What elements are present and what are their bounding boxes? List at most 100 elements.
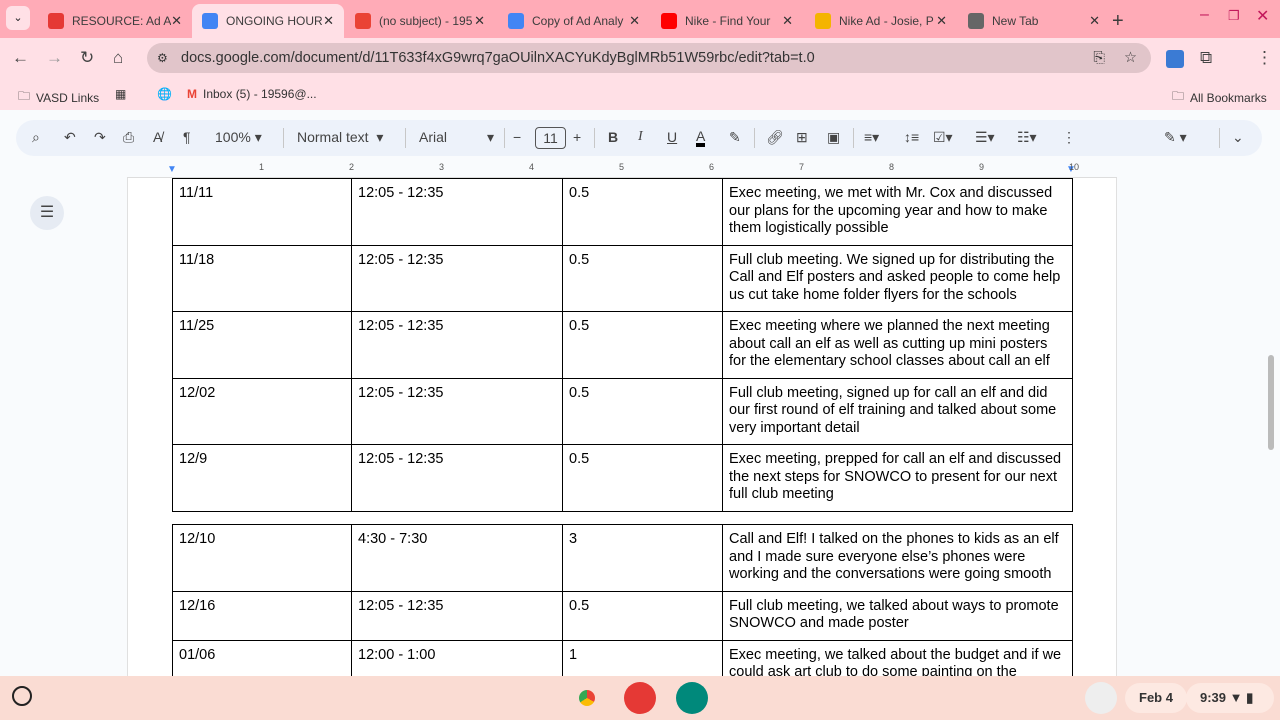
time-cell[interactable]: 12:05 - 12:35 [351, 311, 563, 379]
scrollbar[interactable] [1268, 355, 1274, 450]
time-cell[interactable]: 12:05 - 12:35 [351, 178, 563, 246]
tab[interactable]: Nike - Find Your ✕ [651, 4, 803, 38]
align-select[interactable]: ≡▾ [864, 129, 879, 146]
increase-font-size-button[interactable]: + [573, 129, 581, 145]
address-bar[interactable]: ⚙ docs.google.com/document/d/11T633f4xG9… [147, 43, 1151, 73]
classroom-app-icon[interactable] [676, 682, 708, 714]
menu-icon[interactable]: ⋮ [1256, 48, 1273, 68]
text-color-button[interactable]: A [696, 129, 706, 147]
style-select[interactable]: Normal text ▾ [297, 129, 383, 146]
highlight-icon[interactable]: ✎ [729, 129, 741, 146]
description-cell[interactable]: Call and Elf! I talked on the phones to … [722, 524, 1073, 592]
chrome-app-icon[interactable] [571, 682, 603, 714]
checklist-select[interactable]: ☑▾ [933, 129, 953, 146]
underline-button[interactable]: U [667, 129, 677, 145]
extension-lock-icon[interactable] [1166, 50, 1184, 68]
insert-image-icon[interactable]: ▣ [827, 129, 840, 146]
description-cell[interactable]: Exec meeting, we met with Mr. Cox and di… [722, 178, 1073, 246]
close-tab-icon[interactable]: ✕ [629, 13, 640, 29]
date-cell[interactable]: 11/25 [172, 311, 352, 379]
apps-icon[interactable]: ▦ [115, 87, 126, 101]
bookmark-star-icon[interactable]: ☆ [1124, 43, 1137, 73]
bookmark-vasd-links[interactable]: 🗀 VASD Links [18, 87, 99, 108]
time-cell[interactable]: 12:05 - 12:35 [351, 377, 563, 445]
editing-mode-select[interactable]: ✎ ▾ [1164, 129, 1187, 146]
close-tab-icon[interactable]: ✕ [171, 13, 182, 29]
launcher-button[interactable] [12, 686, 32, 706]
extensions-icon[interactable]: ⧉ [1200, 48, 1212, 68]
hours-cell[interactable]: 0.5 [562, 311, 723, 379]
date-cell[interactable]: 11/18 [172, 244, 352, 312]
tab[interactable]: New Tab ✕ [958, 4, 1110, 38]
time-cell[interactable]: 12:05 - 12:35 [351, 244, 563, 312]
hide-menus-icon[interactable]: ⌄ [1232, 129, 1244, 146]
close-tab-icon[interactable]: ✕ [323, 13, 334, 29]
tab[interactable]: RESOURCE: Ad A ✕ [38, 4, 192, 38]
screenshot-thumbnail[interactable] [1085, 682, 1117, 714]
tab[interactable]: Nike Ad - Josie, P ✕ [805, 4, 957, 38]
hours-cell[interactable]: 0.5 [562, 244, 723, 312]
decrease-font-size-button[interactable]: − [513, 129, 521, 145]
status-tray[interactable]: 9:39 ▼ ▮ [1186, 683, 1274, 713]
redo-icon[interactable]: ↷ [94, 129, 106, 146]
numbered-list-select[interactable]: ☷▾ [1017, 129, 1037, 146]
close-tab-icon[interactable]: ✕ [1089, 13, 1100, 29]
link-icon[interactable]: 🔗︎ [766, 129, 784, 146]
line-spacing-icon[interactable]: ↕≡ [904, 129, 919, 145]
close-window-button[interactable]: ✕ [1256, 6, 1269, 26]
tab[interactable]: (no subject) - 195 ✕ [345, 4, 495, 38]
description-cell[interactable]: Full club meeting, we talked about ways … [722, 590, 1073, 641]
time-cell[interactable]: 12:05 - 12:35 [351, 444, 563, 512]
tab[interactable]: ONGOING HOURS ✕ [192, 4, 344, 38]
close-tab-icon[interactable]: ✕ [474, 13, 485, 29]
tab-search-button[interactable]: ⌄ [6, 6, 30, 30]
undo-icon[interactable]: ↶ [64, 129, 76, 146]
more-icon[interactable]: ⋮ [1062, 129, 1076, 146]
new-tab-button[interactable]: + [1112, 4, 1142, 38]
install-app-icon[interactable]: ⎘ [1093, 43, 1105, 73]
zoom-select[interactable]: 100% ▾ [215, 129, 262, 146]
reload-button[interactable]: ↻ [80, 48, 94, 68]
hours-cell[interactable]: 0.5 [562, 590, 723, 641]
font-size-input[interactable]: 11 [535, 127, 566, 149]
canvas-app-icon[interactable] [624, 682, 656, 714]
globe-icon[interactable]: 🌐 [157, 87, 172, 101]
italic-button[interactable]: I [638, 129, 643, 145]
date-pill[interactable]: Feb 4 [1125, 683, 1187, 713]
print-icon[interactable]: ⎙ [123, 129, 134, 146]
home-button[interactable]: ⌂ [113, 48, 123, 68]
date-cell[interactable]: 12/10 [172, 524, 352, 592]
date-cell[interactable]: 12/16 [172, 590, 352, 641]
close-tab-icon[interactable]: ✕ [936, 13, 947, 29]
font-select[interactable]: Arial ▾ [419, 129, 494, 146]
hours-cell[interactable]: 0.5 [562, 178, 723, 246]
site-info-icon[interactable]: ⚙ [157, 43, 168, 73]
hours-cell[interactable]: 0.5 [562, 444, 723, 512]
outline-button[interactable]: ☰ [30, 196, 64, 230]
left-indent-marker[interactable]: ▼ [167, 164, 177, 175]
all-bookmarks[interactable]: 🗀 All Bookmarks [1172, 87, 1267, 108]
paint-format-icon[interactable]: ¶ [183, 129, 191, 145]
bookmark-inbox[interactable]: M Inbox (5) - 19596@... [187, 87, 317, 101]
description-cell[interactable]: Full club meeting, signed up for call an… [722, 377, 1073, 445]
hours-cell[interactable]: 0.5 [562, 377, 723, 445]
minimize-button[interactable]: – [1200, 6, 1209, 24]
restore-button[interactable]: ❐ [1228, 8, 1240, 24]
ruler[interactable]: ▼ ▼ 1 2 3 4 5 6 7 8 9 10 [127, 160, 1117, 178]
forward-button[interactable]: → [46, 48, 63, 68]
date-cell[interactable]: 12/02 [172, 377, 352, 445]
date-cell[interactable]: 12/9 [172, 444, 352, 512]
spellcheck-icon[interactable]: A̸ [153, 129, 162, 145]
back-button[interactable]: ← [12, 48, 29, 68]
description-cell[interactable]: Exec meeting, prepped for call an elf an… [722, 444, 1073, 512]
close-tab-icon[interactable]: ✕ [782, 13, 793, 29]
bulleted-list-select[interactable]: ☰▾ [975, 129, 995, 146]
description-cell[interactable]: Full club meeting. We signed up for dist… [722, 244, 1073, 312]
bold-button[interactable]: B [608, 129, 618, 145]
hours-cell[interactable]: 3 [562, 524, 723, 592]
tab[interactable]: Copy of Ad Analy ✕ [498, 4, 650, 38]
add-comment-icon[interactable]: ⊞ [796, 129, 808, 146]
time-cell[interactable]: 4:30 - 7:30 [351, 524, 563, 592]
search-menus-icon[interactable]: ⌕ [32, 129, 40, 146]
time-cell[interactable]: 12:05 - 12:35 [351, 590, 563, 641]
